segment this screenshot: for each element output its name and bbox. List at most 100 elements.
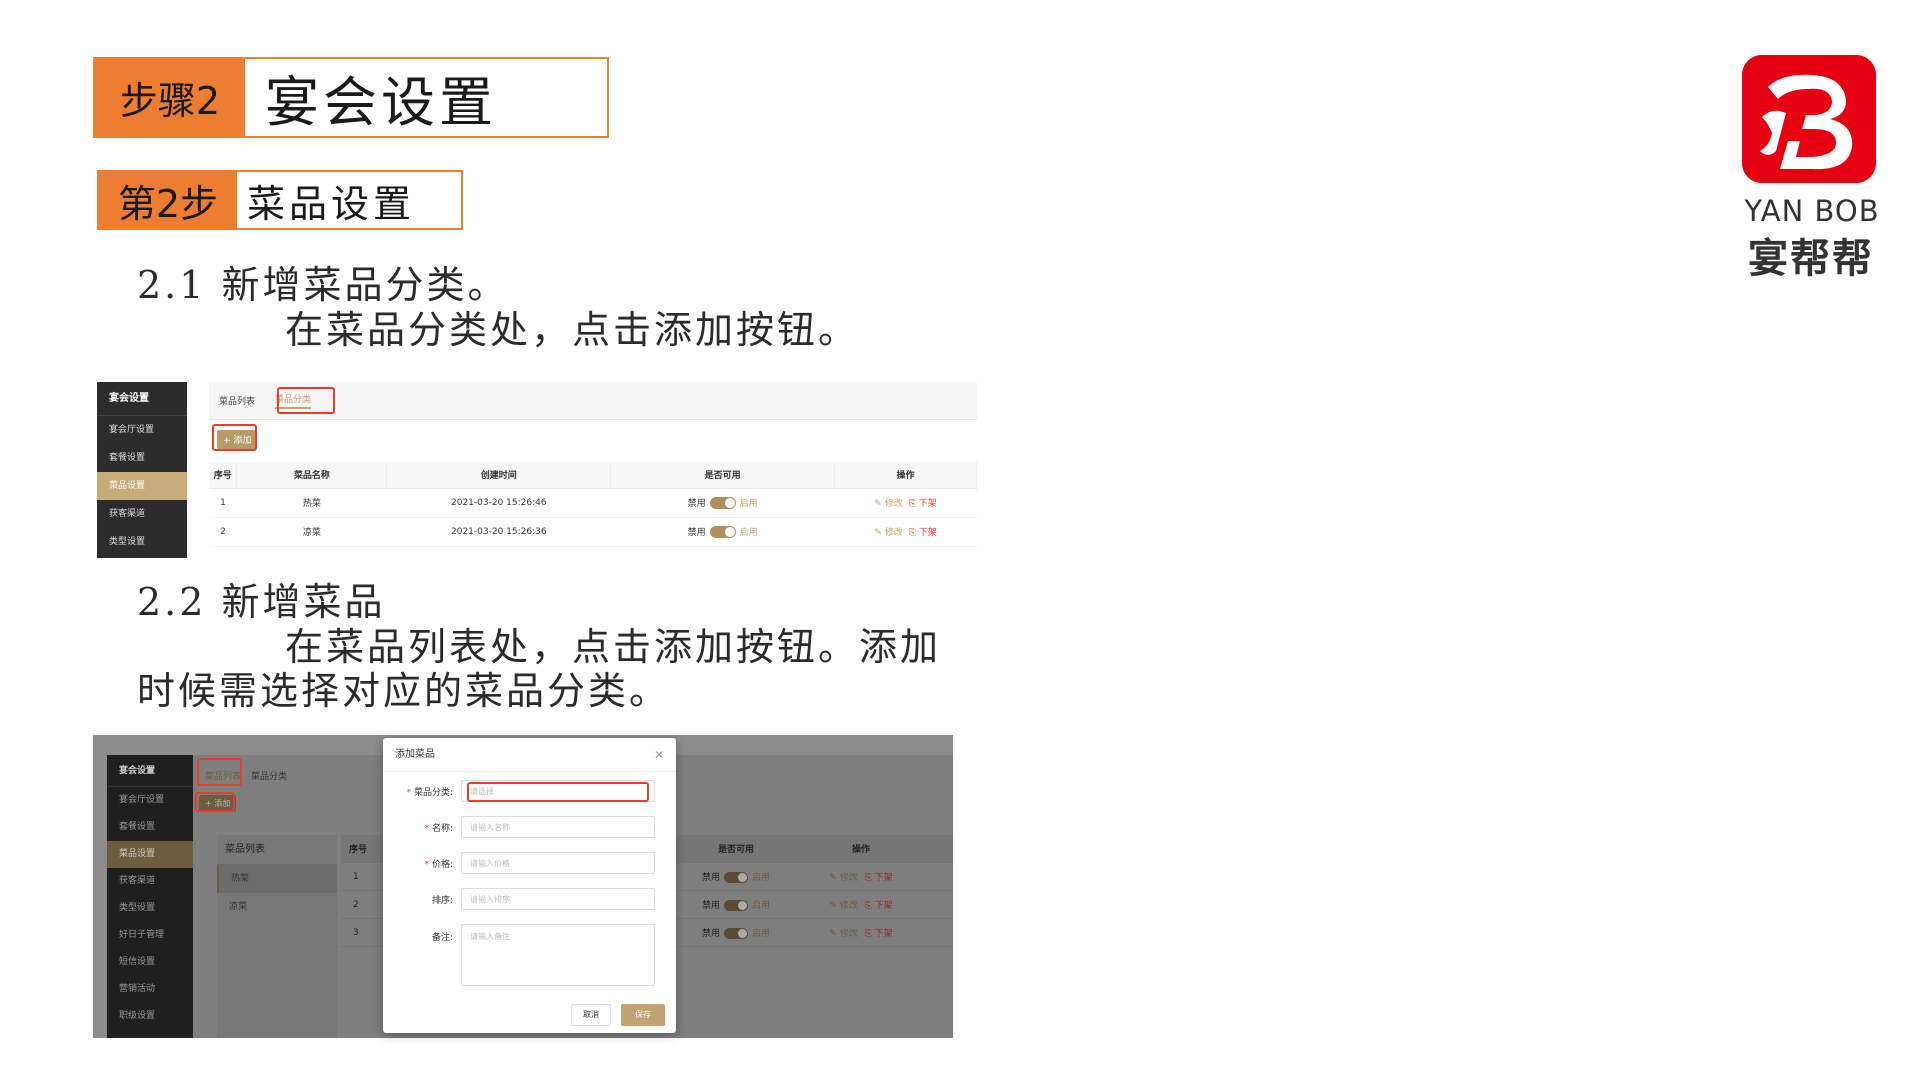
- status-off-label: 禁用: [687, 527, 706, 538]
- delist-label: 下架: [874, 901, 893, 911]
- price-input[interactable]: 请输入价格: [461, 852, 655, 874]
- sidebar-item-marketing[interactable]: 营销活动: [107, 976, 193, 1003]
- step-label: 步骤2: [95, 59, 245, 136]
- name-input[interactable]: 请输入名称: [461, 816, 655, 838]
- category-list-title: 菜品列表: [217, 835, 337, 865]
- modal-header: 添加菜品 ✕: [383, 738, 676, 772]
- edit-link[interactable]: ✎ 修改: [874, 499, 902, 509]
- row-index: 1: [353, 871, 359, 882]
- col-created: 创建时间: [386, 462, 612, 489]
- category-list: 菜品列表 热菜 凉菜: [217, 835, 337, 1038]
- row-status: 禁用 启用: [671, 926, 801, 939]
- row-name: 热菜: [236, 488, 387, 518]
- status-toggle[interactable]: [724, 900, 748, 911]
- status-toggle[interactable]: [709, 526, 736, 539]
- cancel-button[interactable]: 取消: [571, 1004, 611, 1026]
- save-button[interactable]: 保存: [621, 1004, 665, 1026]
- field-sort: 排序: 请输入排序: [383, 888, 676, 910]
- status-off-label: 禁用: [701, 929, 720, 939]
- delist-link[interactable]: ⎘ 下架: [865, 873, 893, 883]
- tab-dish-category[interactable]: 菜品分类: [251, 769, 287, 782]
- row-created: 2021-03-20 15:26:46: [386, 488, 611, 518]
- main-panel: 菜品列表 菜品分类 + 添加 序号 菜品名称 创建时间 是否可用 操作 1 热菜…: [209, 382, 977, 558]
- status-toggle[interactable]: [724, 872, 748, 883]
- status-toggle[interactable]: [709, 497, 736, 510]
- col-actions: 操作: [851, 845, 870, 855]
- sidebar-item-sms[interactable]: 短信设置: [107, 949, 193, 976]
- sidebar-item-type[interactable]: 类型设置: [107, 895, 193, 922]
- delist-link[interactable]: ⎘ 下架: [909, 499, 937, 509]
- field-name-label: * 名称:: [424, 823, 453, 834]
- sidebar-item-hall[interactable]: 宴会厅设置: [97, 416, 187, 444]
- field-sort-label: 排序:: [431, 895, 453, 906]
- step-title: 宴会设置: [265, 71, 497, 134]
- status-off-label: 禁用: [701, 873, 720, 883]
- sidebar-item-hall[interactable]: 宴会厅设置: [107, 787, 193, 814]
- category-item-cold[interactable]: 凉菜: [217, 893, 337, 921]
- delist-label: 下架: [874, 873, 893, 883]
- remark-textarea[interactable]: 请输入备注: [461, 924, 655, 986]
- row-index: 1: [209, 488, 237, 518]
- table-row: 1 热菜 2021-03-20 15:26:46 禁用 启用 ✎ 修改 ⎘ 下架: [209, 488, 977, 518]
- sidebar-item-dishes[interactable]: 菜品设置: [107, 841, 193, 868]
- section2-desc-line2: 时候需选择对应的菜品分类。: [137, 669, 671, 713]
- status-on-label: 启用: [739, 498, 758, 509]
- row-status: 禁用 启用: [610, 517, 835, 547]
- highlight-add-button: [195, 792, 235, 812]
- close-icon[interactable]: ✕: [654, 738, 664, 772]
- brand-logo-icon: [1742, 55, 1876, 183]
- delist-link[interactable]: ⎘ 下架: [865, 929, 893, 939]
- delist-link[interactable]: ⎘ 下架: [909, 528, 937, 538]
- edit-link[interactable]: ✎ 修改: [829, 929, 857, 939]
- col-enabled: 是否可用: [717, 845, 754, 855]
- status-on-label: 启用: [739, 527, 758, 538]
- edit-label: 修改: [839, 929, 858, 939]
- table-row: 2 凉菜 2021-03-20 15:26:36 禁用 启用 ✎ 修改 ⎘ 下架: [209, 517, 977, 547]
- row-created: 2021-03-20 15:26:36: [386, 517, 611, 547]
- sidebar: 宴会设置 宴会厅设置 套餐设置 菜品设置 获客渠道 类型设置 好日子管理 短信设…: [107, 755, 193, 1038]
- row-actions: ✎ 修改 ⎘ 下架: [801, 870, 921, 883]
- status-on-label: 启用: [752, 901, 771, 911]
- logo-text-en: YAN BOB: [1744, 194, 1880, 228]
- edit-link[interactable]: ✎ 修改: [829, 901, 857, 911]
- category-item-hot[interactable]: 热菜: [217, 865, 337, 893]
- sidebar-item-good-days[interactable]: 好日子管理: [107, 922, 193, 949]
- sidebar-item-rank[interactable]: 职级设置: [107, 1003, 193, 1030]
- highlight-category-tab: [277, 387, 335, 414]
- row-actions: ✎ 修改 ⎘ 下架: [801, 926, 921, 939]
- row-index: 3: [353, 927, 359, 938]
- category-table: 序号 菜品名称 创建时间 是否可用 操作 1 热菜 2021-03-20 15:…: [209, 462, 977, 547]
- field-remark-label: 备注:: [431, 933, 453, 943]
- substep-title: 菜品设置: [247, 181, 416, 226]
- sidebar-item-dishes[interactable]: 菜品设置: [97, 472, 187, 500]
- row-name: 凉菜: [236, 517, 387, 547]
- row-status: 禁用 启用: [671, 898, 801, 911]
- tab-dish-list[interactable]: 菜品列表: [219, 394, 255, 407]
- field-remark: 备注: 请输入备注: [383, 924, 676, 986]
- highlight-dish-list-tab: [197, 758, 242, 786]
- sidebar-item-type[interactable]: 类型设置: [97, 528, 187, 556]
- field-name: * 名称: 请输入名称: [383, 816, 676, 838]
- sidebar-item-channel[interactable]: 获客渠道: [107, 868, 193, 895]
- col-index: 序号: [209, 462, 238, 489]
- sidebar: 宴会设置 宴会厅设置 套餐设置 菜品设置 获客渠道 类型设置: [97, 382, 187, 558]
- field-category-label: * 菜品分类:: [406, 787, 453, 798]
- edit-link[interactable]: ✎ 修改: [829, 873, 857, 883]
- delist-link[interactable]: ⎘ 下架: [865, 901, 893, 911]
- col-name: 菜品名称: [236, 462, 388, 489]
- highlight-category-select: [467, 782, 649, 802]
- logo-text-cn: 宴帮帮: [1748, 236, 1874, 282]
- sidebar-title: 宴会设置: [97, 382, 187, 416]
- field-price-label: * 价格:: [424, 859, 453, 870]
- delist-label: 下架: [918, 499, 937, 509]
- status-toggle[interactable]: [724, 928, 748, 939]
- sidebar-item-package[interactable]: 套餐设置: [107, 814, 193, 841]
- substep-label: 第2步: [99, 172, 237, 228]
- substep-header: 第2步 菜品设置: [97, 170, 463, 230]
- sidebar-item-channel[interactable]: 获客渠道: [97, 500, 187, 528]
- edit-link[interactable]: ✎ 修改: [874, 528, 902, 538]
- col-index: 序号: [349, 845, 368, 855]
- sort-input[interactable]: 请输入排序: [461, 888, 655, 910]
- delist-label: 下架: [874, 929, 893, 939]
- sidebar-item-package[interactable]: 套餐设置: [97, 444, 187, 472]
